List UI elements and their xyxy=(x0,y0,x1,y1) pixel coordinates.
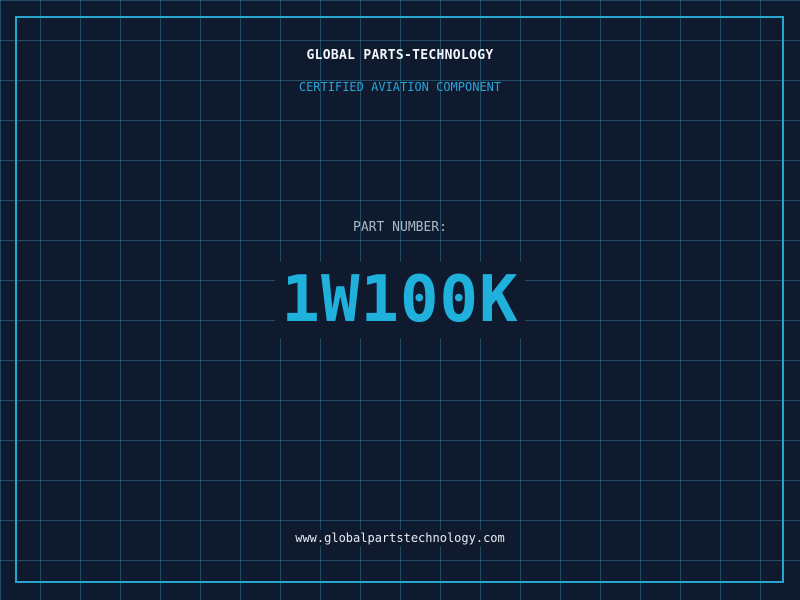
company-name: GLOBAL PARTS-TECHNOLOGY xyxy=(306,48,494,63)
certificate-page: GLOBAL PARTS-TECHNOLOGY CERTIFIED AVIATI… xyxy=(0,0,800,600)
website-url: www.globalpartstechnology.com xyxy=(292,530,508,546)
part-number-container: 1W100K xyxy=(0,262,800,338)
part-number-value: 1W100K xyxy=(275,262,525,338)
website-url-container: www.globalpartstechnology.com xyxy=(0,530,800,546)
certification-tagline: CERTIFIED AVIATION COMPONENT xyxy=(298,80,502,94)
part-number-label: PART NUMBER: xyxy=(353,220,447,235)
